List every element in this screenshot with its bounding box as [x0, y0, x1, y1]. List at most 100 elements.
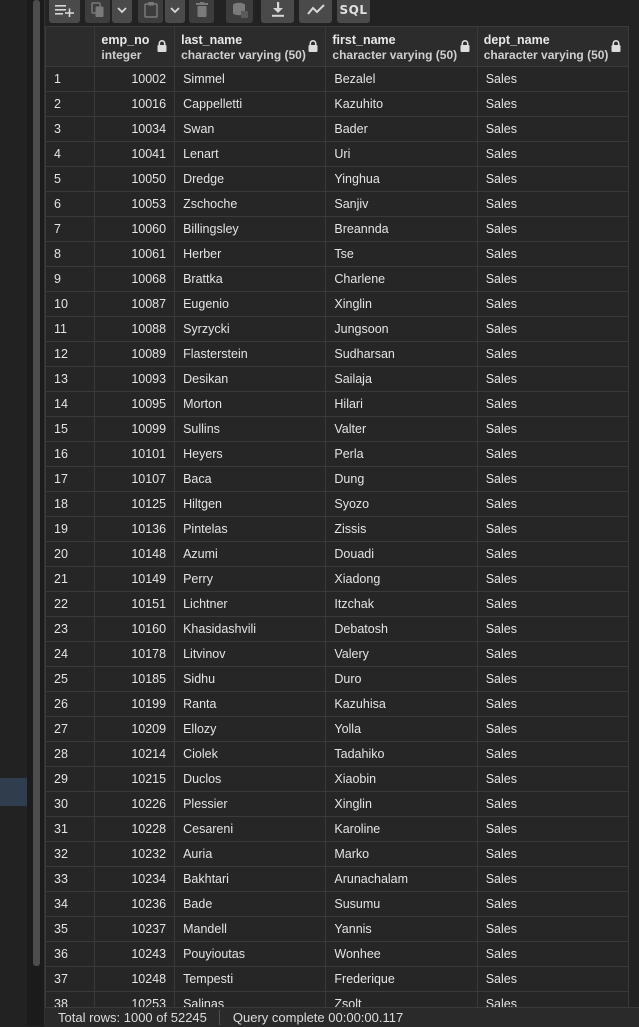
row-number-cell[interactable]: 20 — [45, 541, 96, 567]
last-name-cell[interactable]: Lichtner — [174, 591, 327, 617]
emp-no-cell[interactable]: 10149 — [94, 566, 176, 592]
dept-name-cell[interactable]: Sales — [476, 91, 629, 117]
table-row[interactable]: 18 10125 Hiltgen Syozo Sales — [45, 491, 629, 517]
first-name-cell[interactable]: Arunachalam — [325, 866, 478, 892]
row-number-cell[interactable]: 7 — [45, 216, 96, 242]
dept-name-cell[interactable]: Sales — [476, 441, 629, 467]
row-number-cell[interactable]: 29 — [45, 766, 96, 792]
first-name-cell[interactable]: Itzchak — [325, 591, 478, 617]
dept-name-cell[interactable]: Sales — [476, 841, 629, 867]
last-name-cell[interactable]: Pouyioutas — [174, 941, 327, 967]
dept-name-cell[interactable]: Sales — [476, 866, 629, 892]
table-row[interactable]: 2 10016 Cappelletti Kazuhito Sales — [45, 91, 629, 117]
table-row[interactable]: 9 10068 Brattka Charlene Sales — [45, 266, 629, 292]
dept-name-cell[interactable]: Sales — [476, 816, 629, 842]
emp-no-cell[interactable]: 10160 — [94, 616, 176, 642]
table-row[interactable]: 21 10149 Perry Xiadong Sales — [45, 566, 629, 592]
table-row[interactable]: 19 10136 Pintelas Zissis Sales — [45, 516, 629, 542]
row-number-cell[interactable]: 30 — [45, 791, 96, 817]
delete-button[interactable] — [189, 0, 214, 23]
first-name-cell[interactable]: Sudharsan — [325, 341, 478, 367]
last-name-cell[interactable]: Dredge — [174, 166, 327, 192]
dept-name-cell[interactable]: Sales — [476, 491, 629, 517]
table-row[interactable]: 23 10160 Khasidashvili Debatosh Sales — [45, 616, 629, 642]
first-name-cell[interactable]: Debatosh — [325, 616, 478, 642]
emp-no-cell[interactable]: 10214 — [94, 741, 176, 767]
last-name-cell[interactable]: Mandell — [174, 916, 327, 942]
row-number-cell[interactable]: 1 — [45, 66, 96, 92]
table-row[interactable]: 14 10095 Morton Hilari Sales — [45, 391, 629, 417]
first-name-cell[interactable]: Yolla — [325, 716, 478, 742]
sql-button[interactable]: SQL — [337, 0, 370, 23]
table-row[interactable]: 38 10253 Salinas Zsolt Sales — [45, 991, 629, 1007]
first-name-cell[interactable]: Charlene — [325, 266, 478, 292]
dept-name-cell[interactable]: Sales — [476, 541, 629, 567]
emp-no-cell[interactable]: 10016 — [94, 91, 176, 117]
row-number-cell[interactable]: 37 — [45, 966, 96, 992]
last-name-cell[interactable]: Cappelletti — [174, 91, 327, 117]
dept-name-cell[interactable]: Sales — [476, 891, 629, 917]
emp-no-cell[interactable]: 10151 — [94, 591, 176, 617]
paste-button[interactable] — [138, 0, 163, 23]
row-number-cell[interactable]: 23 — [45, 616, 96, 642]
emp-no-cell[interactable]: 10099 — [94, 416, 176, 442]
row-number-cell[interactable]: 28 — [45, 741, 96, 767]
last-name-cell[interactable]: Bakhtari — [174, 866, 327, 892]
dept-name-cell[interactable]: Sales — [476, 716, 629, 742]
emp-no-cell[interactable]: 10185 — [94, 666, 176, 692]
row-number-cell[interactable]: 32 — [45, 841, 96, 867]
first-name-cell[interactable]: Zsolt — [325, 991, 478, 1007]
first-name-cell[interactable]: Susumu — [325, 891, 478, 917]
emp-no-cell[interactable]: 10093 — [94, 366, 176, 392]
first-name-cell[interactable]: Uri — [325, 141, 478, 167]
first-name-cell[interactable]: Syozo — [325, 491, 478, 517]
dept-name-cell[interactable]: Sales — [476, 616, 629, 642]
emp-no-cell[interactable]: 10088 — [94, 316, 176, 342]
table-row[interactable]: 25 10185 Sidhu Duro Sales — [45, 666, 629, 692]
first-name-cell[interactable]: Bader — [325, 116, 478, 142]
table-row[interactable]: 24 10178 Litvinov Valery Sales — [45, 641, 629, 667]
dept-name-cell[interactable]: Sales — [476, 216, 629, 242]
table-row[interactable]: 20 10148 Azumi Douadi Sales — [45, 541, 629, 567]
first-name-cell[interactable]: Jungsoon — [325, 316, 478, 342]
last-name-cell[interactable]: Khasidashvili — [174, 616, 327, 642]
row-number-cell[interactable]: 22 — [45, 591, 96, 617]
last-name-cell[interactable]: Bade — [174, 891, 327, 917]
first-name-cell[interactable]: Douadi — [325, 541, 478, 567]
dept-name-cell[interactable]: Sales — [476, 466, 629, 492]
dept-name-cell[interactable]: Sales — [476, 691, 629, 717]
dept-name-cell[interactable]: Sales — [476, 916, 629, 942]
last-name-cell[interactable]: Eugenio — [174, 291, 327, 317]
emp-no-cell[interactable]: 10053 — [94, 191, 176, 217]
emp-no-cell[interactable]: 10002 — [94, 66, 176, 92]
first-name-cell[interactable]: Valery — [325, 641, 478, 667]
row-number-cell[interactable]: 38 — [45, 991, 96, 1007]
emp-no-cell[interactable]: 10041 — [94, 141, 176, 167]
first-name-cell[interactable]: Wonhee — [325, 941, 478, 967]
last-name-cell[interactable]: Litvinov — [174, 641, 327, 667]
row-number-cell[interactable]: 11 — [45, 316, 96, 342]
first-name-cell[interactable]: Frederique — [325, 966, 478, 992]
emp-no-cell[interactable]: 10199 — [94, 691, 176, 717]
row-number-cell[interactable]: 2 — [45, 91, 96, 117]
emp-no-cell[interactable]: 10068 — [94, 266, 176, 292]
first-name-cell[interactable]: Valter — [325, 416, 478, 442]
first-name-cell[interactable]: Sailaja — [325, 366, 478, 392]
row-number-cell[interactable]: 17 — [45, 466, 96, 492]
last-name-cell[interactable]: Auria — [174, 841, 327, 867]
emp-no-cell[interactable]: 10089 — [94, 341, 176, 367]
emp-no-cell[interactable]: 10125 — [94, 491, 176, 517]
emp-no-cell[interactable]: 10209 — [94, 716, 176, 742]
graph-visualiser-button[interactable] — [299, 0, 332, 23]
table-row[interactable]: 11 10088 Syrzycki Jungsoon Sales — [45, 316, 629, 342]
table-row[interactable]: 13 10093 Desikan Sailaja Sales — [45, 366, 629, 392]
row-number-cell[interactable]: 14 — [45, 391, 96, 417]
row-number-cell[interactable]: 21 — [45, 566, 96, 592]
table-row[interactable]: 16 10101 Heyers Perla Sales — [45, 441, 629, 467]
first-name-cell[interactable]: Xiadong — [325, 566, 478, 592]
last-name-cell[interactable]: Lenart — [174, 141, 327, 167]
row-number-cell[interactable]: 8 — [45, 241, 96, 267]
row-number-cell[interactable]: 4 — [45, 141, 96, 167]
table-row[interactable]: 32 10232 Auria Marko Sales — [45, 841, 629, 867]
row-number-cell[interactable]: 19 — [45, 516, 96, 542]
